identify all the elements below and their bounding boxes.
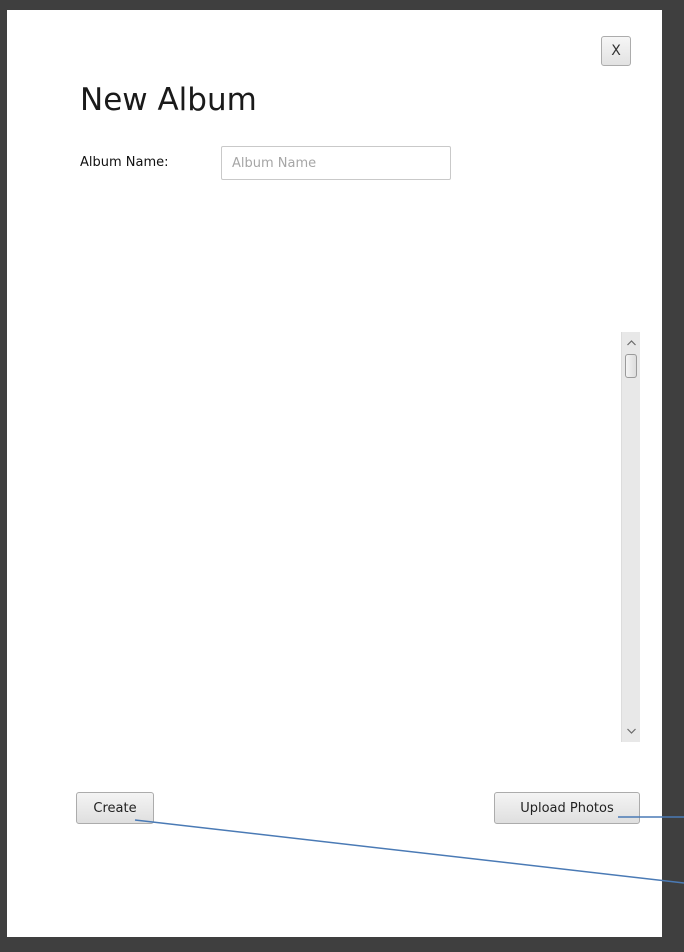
album-name-label: Album Name: [80, 155, 169, 170]
close-button[interactable]: X [601, 36, 631, 66]
scrollbar-thumb[interactable] [625, 354, 637, 378]
dialog-title: New Album [80, 82, 257, 118]
chevron-down-icon[interactable] [622, 723, 640, 739]
backdrop: X New Album Album Name: Create Upload Ph… [0, 0, 684, 952]
album-name-input[interactable] [221, 146, 451, 180]
upload-photos-button[interactable]: Upload Photos [494, 792, 640, 824]
new-album-dialog: X New Album Album Name: Create Upload Ph… [7, 10, 662, 937]
chevron-up-icon[interactable] [622, 335, 640, 351]
photo-list-scrollbar[interactable] [621, 332, 640, 742]
create-button[interactable]: Create [76, 792, 154, 824]
